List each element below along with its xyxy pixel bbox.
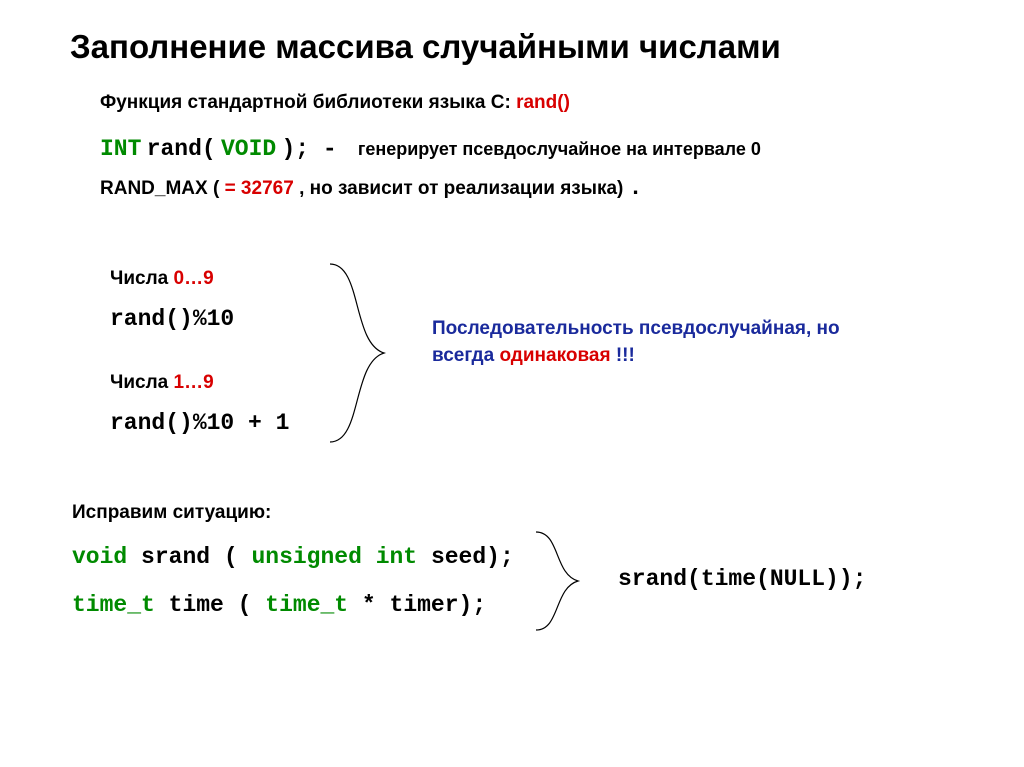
range-1-9-block: Числа 1…9 rand()%10 + 1 — [110, 370, 289, 436]
fix-label: Исправим ситуацию: — [72, 500, 514, 526]
srand-time-example: srand(time(NULL)); — [618, 566, 866, 592]
slide-container: Заполнение массива случайными числами Фу… — [0, 0, 1024, 767]
range-0-9-label: Числа 0…9 — [110, 266, 234, 292]
range-1-9-label: Числа 1…9 — [110, 370, 289, 396]
brace-bottom-icon — [530, 526, 590, 636]
slide-title: Заполнение массива случайными числами — [70, 28, 964, 66]
intro-line: Функция стандартной библиотеки языка С: … — [100, 90, 964, 116]
brace-top-icon — [322, 258, 402, 448]
fix-block: Исправим ситуацию: void srand ( unsigned… — [72, 500, 514, 618]
range-0-9-block: Числа 0…9 rand()%10 — [110, 266, 234, 332]
range-0-9-code: rand()%10 — [110, 306, 234, 332]
rand-signature-line: INT rand( VOID ); - генерирует псевдослу… — [100, 134, 964, 165]
range-1-9-code: rand()%10 + 1 — [110, 410, 289, 436]
rand-max-line: RAND_MAX ( = 32767 , но зависит от реали… — [100, 173, 964, 204]
sequence-note: Последовательность псевдослучайная, но в… — [432, 316, 952, 369]
time-signature: time_t time ( time_t * timer); — [72, 592, 514, 618]
srand-signature: void srand ( unsigned int seed); — [72, 544, 514, 570]
